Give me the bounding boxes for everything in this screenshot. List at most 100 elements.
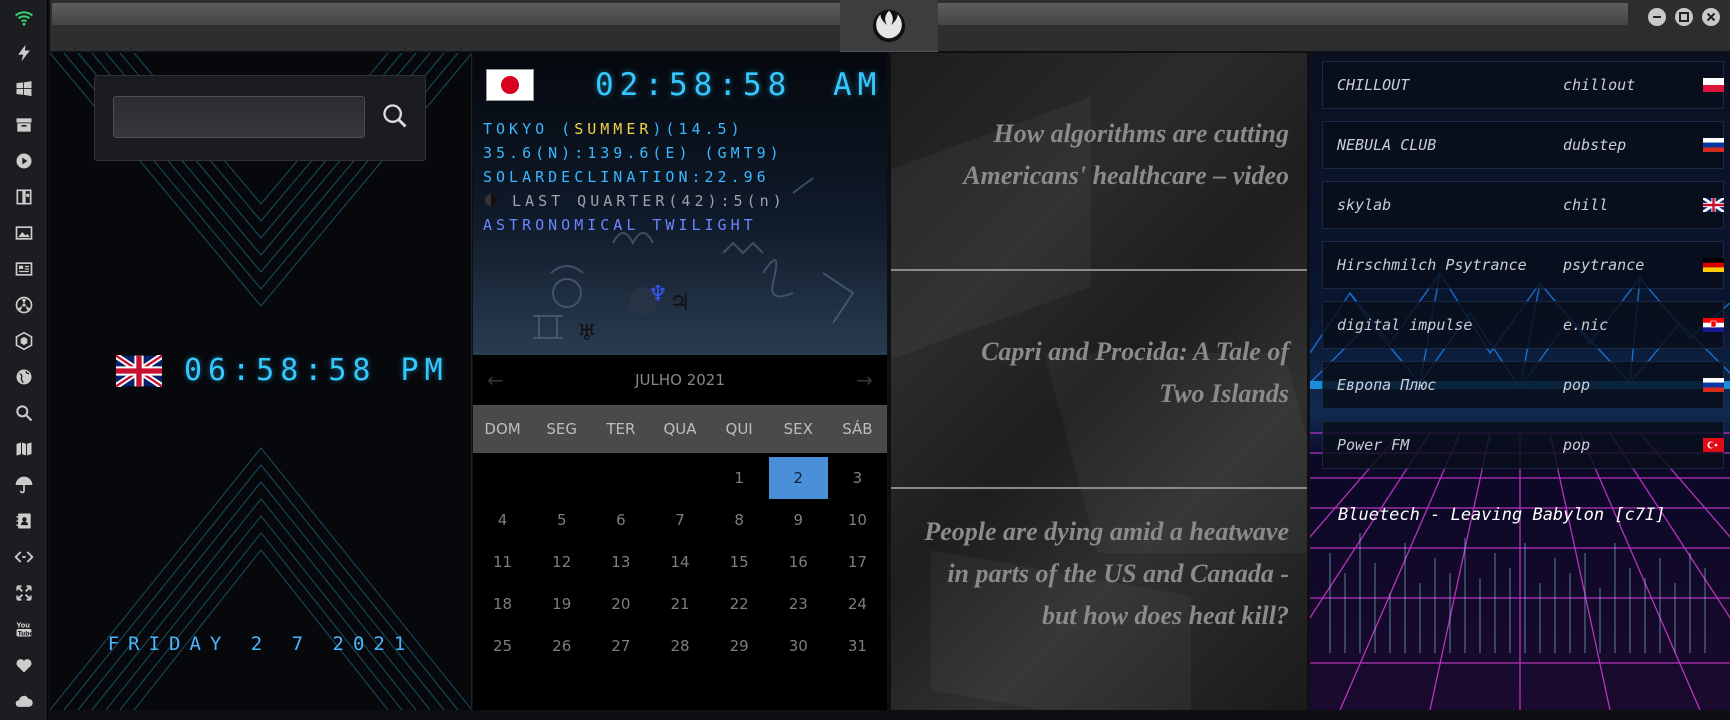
radio-station[interactable]: skylab chill <box>1322 181 1724 229</box>
maximize-icon <box>1679 12 1689 22</box>
neptune-icon: ♆ <box>648 282 668 307</box>
cloud-icon[interactable] <box>12 689 36 713</box>
play-icon[interactable] <box>12 149 36 173</box>
calendar-day[interactable]: 9 <box>769 499 828 541</box>
coordinates: 35.6(N):139.6(E) (GMT9) <box>483 144 783 162</box>
calendar-day[interactable]: 18 <box>473 583 532 625</box>
calendar-day[interactable]: 20 <box>591 583 650 625</box>
calendar-empty-cell <box>591 457 650 499</box>
weekday-label: SÁB <box>842 420 873 438</box>
uk-flag-icon <box>1703 198 1724 212</box>
radio-station[interactable]: CHILLOUT chillout <box>1322 61 1724 109</box>
next-month-button[interactable]: → <box>856 368 873 392</box>
wifi-icon[interactable] <box>12 6 36 30</box>
fullscreen-icon[interactable] <box>12 581 36 605</box>
station-genre: chill <box>1563 196 1609 214</box>
weekday-label: SEG <box>546 420 578 438</box>
calendar-day[interactable]: 7 <box>650 499 709 541</box>
calendar-empty-cell <box>532 457 591 499</box>
radio-station[interactable]: Hirschmilch Psytrance psytrance <box>1322 241 1724 289</box>
calendar-day[interactable]: 13 <box>591 541 650 583</box>
archive-icon[interactable] <box>12 113 36 137</box>
search-icon[interactable] <box>12 401 36 425</box>
calendar-day[interactable]: 10 <box>828 499 887 541</box>
uk-clock: 06:58:58 PM <box>116 353 449 388</box>
calendar-day[interactable]: 2 <box>768 457 828 499</box>
title-bar <box>50 0 1730 52</box>
calendar-day[interactable]: 26 <box>532 625 591 667</box>
calendar-day[interactable]: 5 <box>532 499 591 541</box>
station-genre: psytrance <box>1563 256 1645 274</box>
calendar-day[interactable]: 17 <box>828 541 887 583</box>
calendar-day[interactable]: 3 <box>828 457 887 499</box>
news-item[interactable]: People are dying amid a heatwave in part… <box>909 511 1289 637</box>
umbrella-icon[interactable] <box>12 473 36 497</box>
news-divider <box>891 487 1307 489</box>
calendar-day[interactable]: 16 <box>769 541 828 583</box>
calendar-grid: 1 2 3 4 5 6 7 8 9 10 11 12 13 14 15 16 17 18 19 20 21 22 23 24 2… <box>473 457 887 667</box>
calendar-day[interactable]: 1 <box>710 457 769 499</box>
month-label: JULHO 2021 <box>635 371 725 389</box>
search-button[interactable] <box>377 98 413 134</box>
search-box <box>94 75 426 161</box>
moon-phase-line: LAST QUARTER(42):5(n) <box>483 192 786 210</box>
japan-flag-icon <box>486 69 534 101</box>
calendar-day[interactable]: 19 <box>532 583 591 625</box>
calendar-empty-cell <box>473 457 532 499</box>
radio-station[interactable]: Европа Плюс pop <box>1322 361 1724 409</box>
calendar-day[interactable]: 24 <box>828 583 887 625</box>
station-name: Европа Плюс <box>1337 376 1437 394</box>
code-icon[interactable] <box>12 545 36 569</box>
tokyo-time: 02:58:58 <box>595 67 793 103</box>
russia-flag-icon <box>1703 138 1724 152</box>
map-icon[interactable] <box>12 437 36 461</box>
prev-month-button[interactable]: ← <box>487 368 504 392</box>
minimize-button[interactable] <box>1648 8 1666 26</box>
maximize-button[interactable] <box>1675 8 1693 26</box>
calendar-day[interactable]: 25 <box>473 625 532 667</box>
calendar-day[interactable]: 4 <box>473 499 532 541</box>
calendar-day[interactable]: 30 <box>769 625 828 667</box>
calendar-day[interactable]: 14 <box>650 541 709 583</box>
calendar-day[interactable]: 8 <box>710 499 769 541</box>
solar-declination: SOLARDECLINATION:22.96 <box>483 168 770 186</box>
calendar-day[interactable]: 27 <box>591 625 650 667</box>
jupiter-icon: ♃ <box>669 288 691 316</box>
news-item[interactable]: Capri and Procida: A Tale of Two Islands <box>949 331 1289 415</box>
calendar-day[interactable]: 23 <box>769 583 828 625</box>
heart-icon[interactable] <box>12 653 36 677</box>
close-icon <box>1706 12 1716 22</box>
calendar-day[interactable]: 11 <box>473 541 532 583</box>
hexagon-icon[interactable] <box>12 329 36 353</box>
calendar-day[interactable]: 29 <box>710 625 769 667</box>
turkey-flag-icon <box>1703 438 1724 452</box>
poland-flag-icon <box>1703 78 1724 92</box>
news-icon[interactable] <box>12 257 36 281</box>
calendar-day[interactable]: 28 <box>650 625 709 667</box>
moon-phase: LAST QUARTER(42):5(n) <box>512 192 786 210</box>
tokyo-panel: ♆ ♃ ♅ 02:58:58 AM TOKYO (SUMMER)(14.5) 3… <box>473 53 887 710</box>
radio-station[interactable]: digital impulse e.nic <box>1322 301 1724 349</box>
contacts-icon[interactable] <box>12 509 36 533</box>
lightning-icon[interactable] <box>12 41 36 65</box>
rebel-logo-tab[interactable] <box>840 0 938 52</box>
calendar-day[interactable]: 22 <box>710 583 769 625</box>
calendar-day[interactable]: 6 <box>591 499 650 541</box>
calendar-day[interactable]: 21 <box>650 583 709 625</box>
calendar-day[interactable]: 15 <box>710 541 769 583</box>
radio-station[interactable]: NEBULA CLUB dubstep <box>1322 121 1724 169</box>
search-input[interactable] <box>113 96 365 138</box>
globe-icon[interactable] <box>12 365 36 389</box>
calendar-day[interactable]: 31 <box>828 625 887 667</box>
svg-text:You: You <box>16 621 31 629</box>
radio-station[interactable]: Power FM pop <box>1322 421 1724 469</box>
close-button[interactable] <box>1702 8 1720 26</box>
station-name: skylab <box>1337 196 1392 214</box>
windows-icon[interactable] <box>12 77 36 101</box>
news-item[interactable]: How algorithms are cutting Americans' he… <box>909 113 1289 197</box>
image-icon[interactable] <box>12 221 36 245</box>
calendar-day[interactable]: 12 <box>532 541 591 583</box>
youtube-icon[interactable]: You Tube <box>12 617 36 641</box>
radiation-icon[interactable] <box>12 293 36 317</box>
map-book-icon[interactable] <box>12 185 36 209</box>
